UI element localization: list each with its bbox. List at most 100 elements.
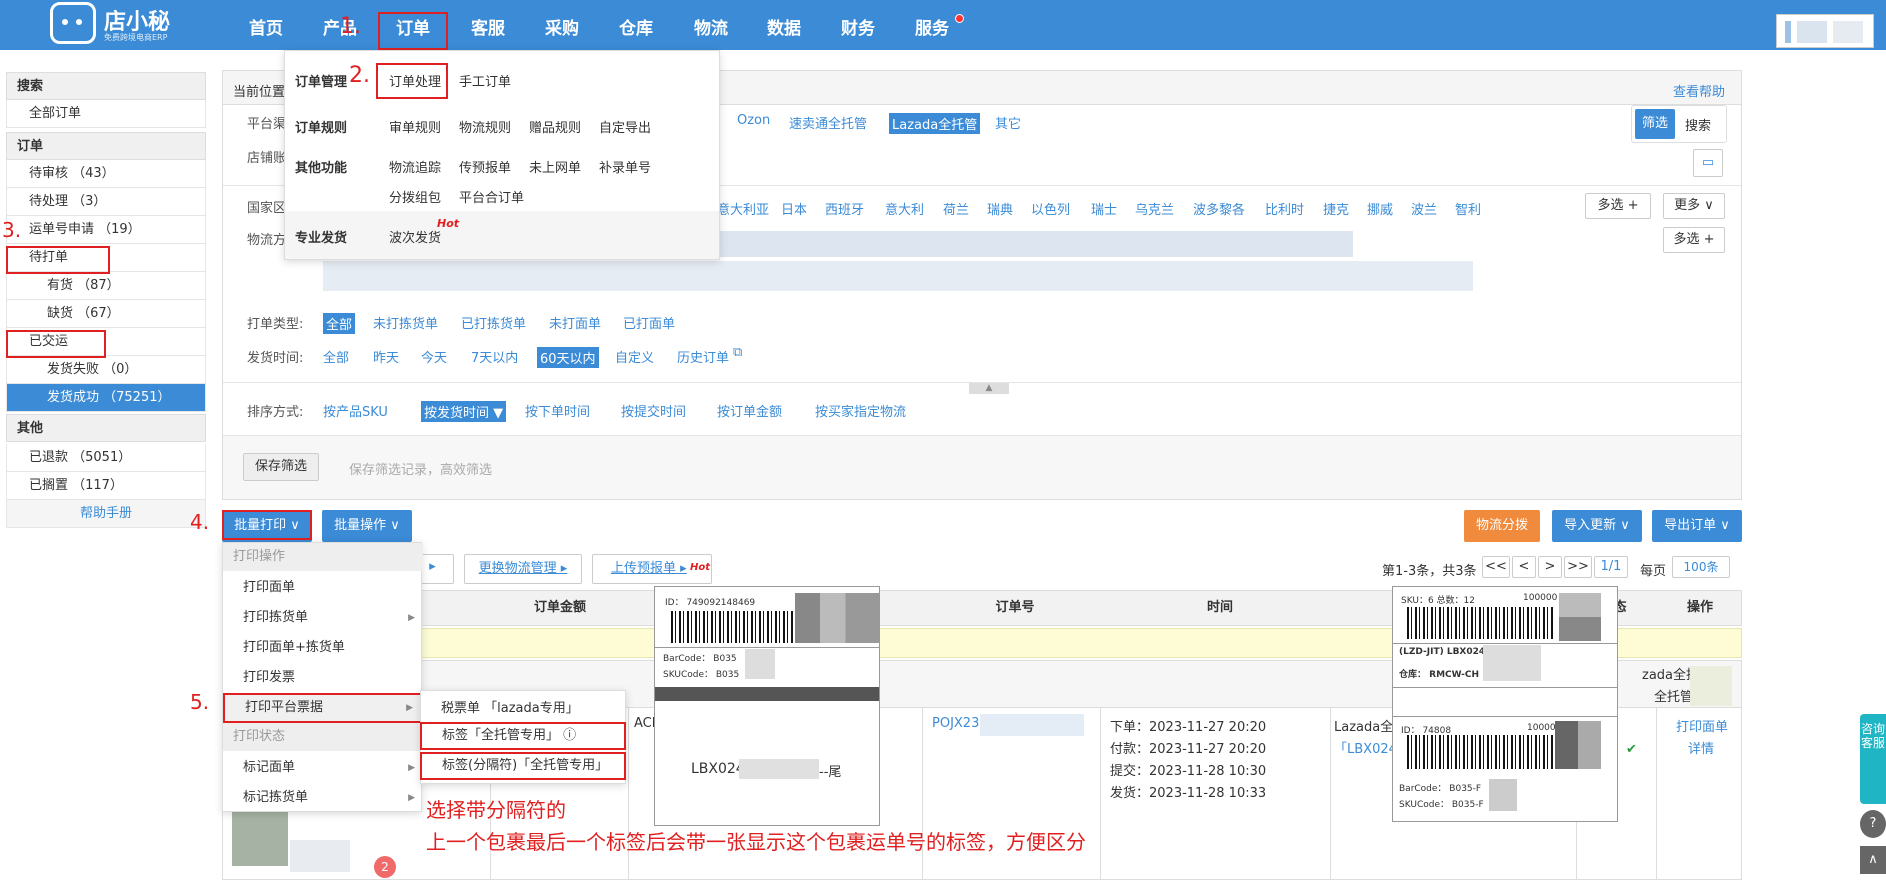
menu-wave-ship[interactable]: 波次发货 (389, 227, 441, 246)
nav-logistics[interactable]: 物流 (694, 0, 728, 50)
country-5[interactable]: 瑞典 (987, 199, 1013, 218)
sidebar-pending-process[interactable]: 待处理 （3） (6, 188, 206, 216)
ship-time-7d[interactable]: 7天以内 (471, 347, 518, 366)
collapse-arrow-icon[interactable]: ▲ (969, 382, 1009, 394)
menu-custom-export[interactable]: 自定导出 (599, 117, 651, 136)
menu-gift-rule[interactable]: 赠品规则 (529, 117, 581, 136)
logistics-dispatch-button[interactable]: 物流分拨 (1464, 510, 1540, 542)
order-number-link[interactable]: POJX23 (932, 716, 979, 731)
menu-print-both[interactable]: 打印面单+拣货单 (223, 633, 423, 663)
export-orders-button[interactable]: 导出订单 ∨ (1652, 510, 1742, 542)
help-circle-icon[interactable]: ? (1860, 810, 1886, 838)
print-type-0[interactable]: 未打拣货单 (373, 313, 438, 332)
nav-services[interactable]: 服务 (915, 0, 949, 50)
product-thumbnail[interactable] (232, 810, 288, 866)
ship-time-history[interactable]: 历史订单 (677, 347, 729, 366)
change-logistics-button[interactable]: 更换物流管理 ▸ (464, 554, 582, 584)
menu-logistics-rule[interactable]: 物流规则 (459, 117, 511, 136)
more-countries[interactable]: 更多 ∨ (1663, 193, 1725, 219)
menu-mark-label[interactable]: 标记面单 ▶ (223, 753, 423, 783)
multi-select-logistics[interactable]: 多选 + (1663, 227, 1725, 253)
page-number[interactable]: 1/1 (1594, 556, 1628, 578)
per-page-select[interactable]: 100条 (1672, 556, 1730, 578)
page-last[interactable]: >> (1564, 556, 1592, 578)
sidebar-help-manual[interactable]: 帮助手册 (6, 500, 206, 528)
menu-forecast[interactable]: 传预报单 (459, 157, 511, 176)
country-2[interactable]: 西班牙 (825, 199, 864, 218)
print-type-3[interactable]: 已打面单 (623, 313, 675, 332)
ship-time-all[interactable]: 全部 (323, 347, 349, 366)
country-4[interactable]: 荷兰 (943, 199, 969, 218)
ship-time-60d[interactable]: 60天以内 (537, 347, 599, 368)
country-1[interactable]: 日本 (781, 199, 807, 218)
nav-data[interactable]: 数据 (767, 0, 801, 50)
sort-buyer-logistics[interactable]: 按买家指定物流 (815, 401, 906, 420)
menu-print-platform[interactable]: 打印平台票据 ▶ (223, 693, 423, 723)
sort-sku[interactable]: 按产品SKU (323, 401, 388, 420)
country-0[interactable]: 意大利亚 (717, 199, 769, 218)
batch-ops-button[interactable]: 批量操作 ∨ (322, 510, 412, 542)
user-avatar[interactable] (1776, 14, 1874, 48)
country-14[interactable]: 智利 (1455, 199, 1481, 218)
import-update-button[interactable]: 导入更新 ∨ (1552, 510, 1642, 542)
sort-amount[interactable]: 按订单金额 (717, 401, 782, 420)
menu-print-invoice[interactable]: 打印发票 (223, 663, 423, 693)
platform-ozon[interactable]: Ozon (737, 113, 770, 128)
page-prev[interactable]: < (1512, 556, 1536, 578)
menu-print-label[interactable]: 打印面单 (223, 573, 423, 603)
platform-lazada-full[interactable]: Lazada全托管 (889, 113, 981, 134)
country-6[interactable]: 以色列 (1031, 199, 1070, 218)
collapse-icon[interactable]: ▭ (1693, 149, 1723, 177)
menu-add-tracking[interactable]: 补录单号 (599, 157, 651, 176)
print-type-all[interactable]: 全部 (323, 313, 356, 334)
nav-home[interactable]: 首页 (249, 0, 283, 50)
platform-other[interactable]: 其它 (995, 113, 1021, 132)
sidebar-out-stock[interactable]: 缺货 （67） (6, 300, 206, 328)
menu-order-process[interactable]: 订单处理 (389, 71, 441, 90)
sidebar-waybill-apply[interactable]: 运单号申请 （19） (6, 216, 206, 244)
menu-review-rule[interactable]: 审单规则 (389, 117, 441, 136)
page-first[interactable]: << (1482, 556, 1510, 578)
sort-order-time[interactable]: 按下单时间 (525, 401, 590, 420)
country-8[interactable]: 乌克兰 (1135, 199, 1174, 218)
page-next[interactable]: > (1538, 556, 1562, 578)
sidebar-refunded[interactable]: 已退款 （5051） (6, 444, 206, 472)
platform-aliexpress-full[interactable]: 速卖通全托管 (789, 113, 867, 132)
scroll-top-icon[interactable]: ∧ (1860, 846, 1886, 874)
menu-mark-pick[interactable]: 标记拣货单 ▶ (223, 783, 423, 813)
nav-warehouse[interactable]: 仓库 (619, 0, 653, 50)
op-print-label[interactable]: 打印面单 (1676, 716, 1728, 735)
op-detail[interactable]: 详情 (1688, 738, 1714, 757)
country-11[interactable]: 捷克 (1323, 199, 1349, 218)
ship-time-yesterday[interactable]: 昨天 (373, 347, 399, 366)
print-type-1[interactable]: 已打拣货单 (461, 313, 526, 332)
menu-tracking[interactable]: 物流追踪 (389, 157, 441, 176)
submenu-full-custody-label[interactable]: 标签「全托管专用」 ⓘ (420, 722, 626, 750)
nav-purchase[interactable]: 采购 (545, 0, 579, 50)
filter-toggle-button[interactable]: 筛选 (1635, 109, 1675, 139)
waybill-link[interactable]: 「LBX024 (1334, 738, 1397, 757)
menu-dispatch-pack[interactable]: 分拨组包 (389, 187, 441, 206)
sort-submit-time[interactable]: 按提交时间 (621, 401, 686, 420)
country-9[interactable]: 波多黎各 (1193, 199, 1245, 218)
country-10[interactable]: 比利时 (1265, 199, 1304, 218)
nav-orders-active[interactable]: 订单 (396, 0, 430, 50)
sort-ship-time[interactable]: 按发货时间 ▼ (421, 401, 507, 422)
sidebar-on-hold[interactable]: 已搁置 （117） (6, 472, 206, 500)
sidebar-ship-fail[interactable]: 发货失败 （0） (6, 356, 206, 384)
submenu-tax-invoice[interactable]: 税票单 「lazada专用」 (441, 697, 579, 716)
customer-service-button[interactable]: 咨询客服 (1860, 714, 1886, 804)
sidebar-pending-review[interactable]: 待审核 （43） (6, 160, 206, 188)
menu-print-pick[interactable]: 打印拣货单 ▶ (223, 603, 423, 633)
country-7[interactable]: 瑞士 (1091, 199, 1117, 218)
nav-finance[interactable]: 财务 (841, 0, 875, 50)
menu-not-online[interactable]: 未上网单 (529, 157, 581, 176)
save-filter-button[interactable]: 保存筛选 (243, 453, 319, 481)
country-12[interactable]: 挪威 (1367, 199, 1393, 218)
submenu-separator-label[interactable]: 标签(分隔符)「全托管专用」 (420, 752, 626, 780)
nav-service[interactable]: 客服 (471, 0, 505, 50)
question-circle-icon[interactable]: ⓘ (563, 728, 576, 743)
ship-time-custom[interactable]: 自定义 (615, 347, 654, 366)
menu-manual-order[interactable]: 手工订单 (459, 71, 511, 90)
sidebar-ship-success[interactable]: 发货成功 （75251） (6, 384, 206, 412)
